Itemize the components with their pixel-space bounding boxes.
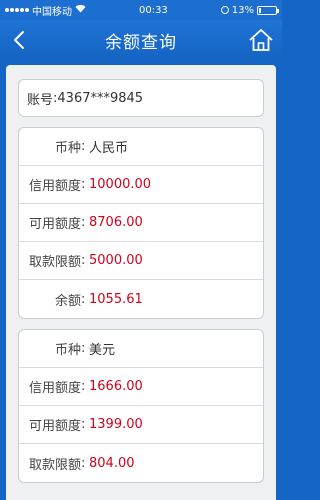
content-sheet: 账号 : 4367***9845 币种: 人民币 信用额度: 10000.00 …: [6, 65, 276, 500]
row-value: 804.00: [89, 455, 135, 471]
row-value: 美元: [89, 343, 116, 358]
row-value: 1666.00: [89, 379, 143, 394]
row-label: 可用额度: [28, 217, 81, 232]
page-title: 余额查询: [105, 32, 177, 53]
wifi-icon: [75, 4, 86, 16]
account-field: 账号 : 4367***9845: [18, 79, 264, 117]
row-label: 信用额度: [28, 179, 81, 194]
info-row: 取款限额: 804.00: [19, 444, 263, 482]
battery-icon: [257, 5, 279, 15]
account-label: 账号: [27, 92, 54, 108]
row-label: 取款限额: [28, 457, 81, 473]
row-label: 可用额度: [28, 419, 81, 434]
info-row: 取款限额: 5000.00: [19, 242, 263, 280]
info-row: 信用额度: 10000.00: [19, 166, 263, 204]
rotation-lock-icon: [220, 6, 229, 14]
home-icon: [249, 29, 273, 51]
status-left: 中国移动: [5, 3, 86, 18]
info-row: 可用额度: 1399.00: [19, 406, 263, 444]
info-row: 信用额度: 1666.00: [19, 368, 263, 406]
home-button[interactable]: [248, 27, 274, 53]
row-value: 5000.00: [89, 253, 143, 268]
signal-icon: [5, 8, 29, 12]
account-number: 4367***9845: [57, 90, 144, 106]
status-time: 00:33: [138, 4, 168, 16]
currency-card-usd: 币种: 美元 信用额度: 1666.00 可用额度: 1399.00 取款限额:…: [18, 329, 264, 483]
row-label: 币种: [54, 343, 81, 358]
row-value: 1055.61: [89, 291, 143, 307]
chevron-left-icon: [14, 31, 24, 49]
row-label: 信用额度: [28, 381, 81, 396]
battery-percent: 13%: [231, 4, 254, 16]
back-button[interactable]: [8, 28, 32, 52]
row-value: 人民币: [89, 141, 129, 156]
row-value: 1399.00: [89, 417, 143, 432]
status-bar: 中国移动 00:33 13%: [0, 0, 282, 20]
nav-bar: 余额查询: [0, 20, 282, 60]
info-row: 余额: 1055.61: [19, 280, 263, 318]
row-label: 余额: [54, 293, 81, 309]
info-row: 币种: 美元: [19, 330, 263, 368]
row-value: 8706.00: [89, 215, 143, 230]
carrier-name: 中国移动: [32, 6, 72, 18]
status-right: 13%: [220, 4, 279, 16]
info-row: 币种: 人民币: [19, 128, 263, 166]
row-label: 币种: [54, 141, 81, 156]
currency-card-cny: 币种: 人民币 信用额度: 10000.00 可用额度: 8706.00 取款限…: [18, 127, 264, 319]
info-row: 可用额度: 8706.00: [19, 204, 263, 242]
row-value: 10000.00: [89, 177, 152, 192]
row-label: 取款限额: [28, 255, 81, 270]
